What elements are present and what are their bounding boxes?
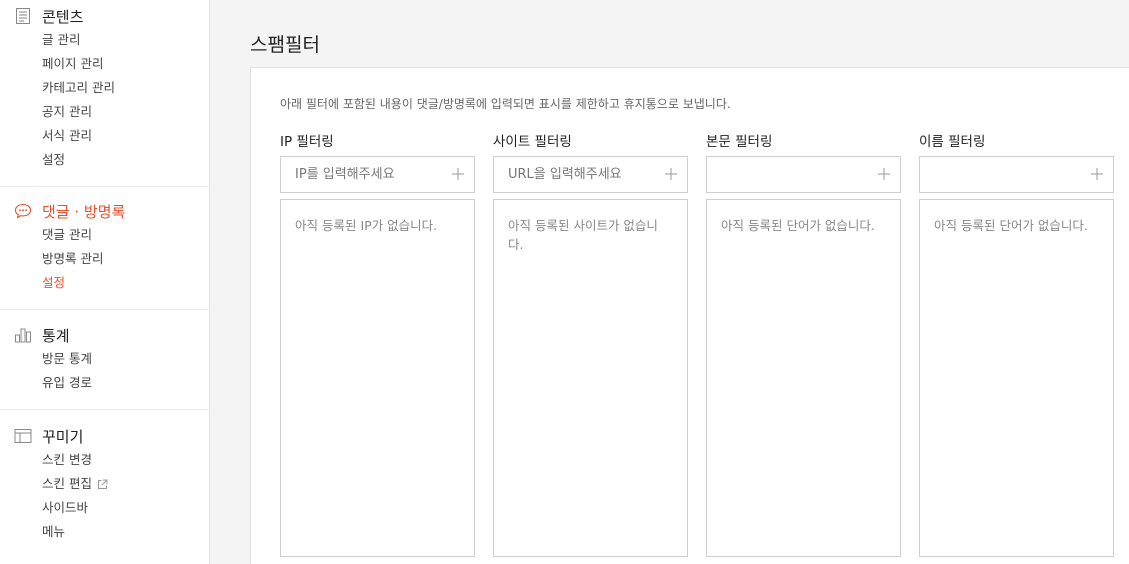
spam-filter-panel: 아래 필터에 포함된 내용이 댓글/방명록에 입력되면 표시를 제한하고 휴지통… [250,67,1129,564]
add-ip-button[interactable] [450,166,466,182]
site-filter-input[interactable] [508,167,658,182]
sidebar-item-guestbook[interactable]: 방명록 관리 [0,247,209,271]
add-body-word-button[interactable] [876,166,892,182]
filter-input-box [706,156,901,193]
filter-label: 사이트 필터링 [493,134,572,150]
sidebar-item-posts[interactable]: 글 관리 [0,28,209,52]
empty-message: 아직 등록된 단어가 없습니다. [721,218,875,233]
add-site-button[interactable] [663,166,679,182]
sidebar-item-referrers[interactable]: 유입 경로 [0,371,209,395]
filter-column-name: 이름 필터링 아직 등록된 단어가 없습니다. [919,130,1114,557]
sidebar-item-sidebar[interactable]: 사이드바 [0,496,209,520]
nav-group-title: 댓글 · 방명록 [42,202,126,221]
bar-chart-icon [14,326,32,344]
filter-label: 이름 필터링 [919,134,986,150]
filter-description: 아래 필터에 포함된 내용이 댓글/방명록에 입력되면 표시를 제한하고 휴지통… [280,97,731,111]
sidebar-item-comment-settings[interactable]: 설정 [0,271,209,295]
sidebar-item-pages[interactable]: 페이지 관리 [0,52,209,76]
filter-label: IP 필터링 [280,134,334,150]
page-title: 스팸필터 [250,34,320,56]
nav-group-title: 꾸미기 [42,427,84,446]
layout-icon [14,427,32,445]
name-filter-list[interactable]: 아직 등록된 단어가 없습니다. [919,199,1114,557]
nav-group-head-contents[interactable]: 콘텐츠 [0,4,209,28]
nav-group-design: 꾸미기 스킨 변경 스킨 편집 사이드바 메뉴 [0,410,209,558]
filter-label: 본문 필터링 [706,134,773,150]
filter-input-box [280,156,475,193]
body-filter-input[interactable] [721,167,871,182]
nav-group-head-stats[interactable]: 통계 [0,323,209,347]
body-filter-list[interactable]: 아직 등록된 단어가 없습니다. [706,199,901,557]
nav-group-title: 콘텐츠 [42,7,84,26]
plus-icon [665,168,677,180]
plus-icon [452,168,464,180]
name-filter-input[interactable] [934,167,1084,182]
nav-group-title: 통계 [42,326,70,345]
empty-message: 아직 등록된 단어가 없습니다. [934,218,1088,233]
filter-column-body: 본문 필터링 아직 등록된 단어가 없습니다. [706,130,901,557]
sidebar-item-skin-change[interactable]: 스킨 변경 [0,448,209,472]
sidebar-item-label: 스킨 편집 [42,476,92,491]
nav-group-head-comments[interactable]: 댓글 · 방명록 [0,199,209,223]
sidebar-item-templates[interactable]: 서식 관리 [0,124,209,148]
sidebar-item-visit-stats[interactable]: 방문 통계 [0,347,209,371]
ip-filter-input[interactable] [295,167,445,182]
sidebar-item-notices[interactable]: 공지 관리 [0,100,209,124]
filter-column-site: 사이트 필터링 아직 등록된 사이트가 없습니다. [493,130,688,557]
external-link-icon [97,479,108,490]
ip-filter-list[interactable]: 아직 등록된 IP가 없습니다. [280,199,475,557]
comment-bubble-icon [14,202,32,220]
filter-column-ip: IP 필터링 아직 등록된 IP가 없습니다. [280,130,475,557]
sidebar-item-menu[interactable]: 메뉴 [0,520,209,544]
plus-icon [1091,168,1103,180]
nav-group-comments: 댓글 · 방명록 댓글 관리 방명록 관리 설정 [0,187,209,310]
sidebar-item-content-settings[interactable]: 설정 [0,148,209,172]
main-content: 스팸필터 아래 필터에 포함된 내용이 댓글/방명록에 입력되면 표시를 제한하… [210,0,1129,564]
add-name-word-button[interactable] [1089,166,1105,182]
empty-message: 아직 등록된 사이트가 없습니다. [508,218,658,252]
plus-icon [878,168,890,180]
sidebar: 콘텐츠 글 관리 페이지 관리 카테고리 관리 공지 관리 서식 관리 설정 댓… [0,0,210,564]
nav-group-stats: 통계 방문 통계 유입 경로 [0,310,209,410]
filter-input-box [919,156,1114,193]
filter-input-box [493,156,688,193]
document-icon [14,7,32,25]
sidebar-item-skin-edit[interactable]: 스킨 편집 [0,472,209,496]
sidebar-item-comments[interactable]: 댓글 관리 [0,223,209,247]
site-filter-list[interactable]: 아직 등록된 사이트가 없습니다. [493,199,688,557]
sidebar-item-categories[interactable]: 카테고리 관리 [0,76,209,100]
empty-message: 아직 등록된 IP가 없습니다. [295,218,438,233]
nav-group-head-design[interactable]: 꾸미기 [0,424,209,448]
nav-group-contents: 콘텐츠 글 관리 페이지 관리 카테고리 관리 공지 관리 서식 관리 설정 [0,0,209,187]
